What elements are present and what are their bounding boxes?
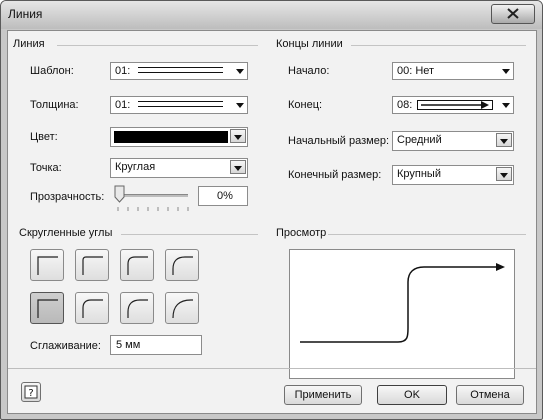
line-ends-divider — [351, 45, 526, 46]
smoothing-value: 5 мм — [116, 339, 141, 351]
rounded-corner-icon — [172, 256, 193, 275]
close-button[interactable] — [491, 4, 535, 24]
color-dropdown[interactable] — [110, 127, 248, 147]
corner-1-button[interactable] — [75, 249, 109, 281]
begin-size-dropdown[interactable]: Средний — [392, 131, 514, 151]
end-size-dropdown[interactable]: Крупный — [392, 165, 514, 185]
weight-value: 01: — [115, 99, 131, 111]
transparency-input[interactable]: 0% — [198, 186, 248, 206]
pattern-dropdown[interactable]: 01: — [110, 62, 248, 80]
rounded-corner-icon — [82, 299, 103, 318]
chevron-down-icon — [236, 69, 244, 74]
chevron-down-icon — [234, 135, 242, 140]
chevron-down-icon — [502, 69, 510, 74]
slider-ticks — [117, 207, 189, 211]
chevron-down-icon — [234, 166, 242, 171]
color-swatch — [114, 131, 228, 143]
preview-heading: Просмотр — [276, 227, 327, 239]
window-title: Линия — [8, 7, 43, 21]
transparency-slider-thumb[interactable] — [114, 185, 126, 203]
rounded-corner-icon — [172, 299, 193, 318]
rounded-corners-heading: Скругленные углы — [19, 227, 113, 239]
pattern-label: Шаблон: — [30, 65, 74, 77]
line-section-heading: Линия — [13, 38, 45, 50]
cap-value: Круглая — [115, 161, 156, 173]
title-bar: Линия — [1, 1, 542, 29]
rounded-corner-icon — [37, 256, 58, 275]
begin-size-value: Средний — [397, 134, 442, 146]
help-icon: ? — [24, 385, 38, 399]
chevron-down-icon — [236, 103, 244, 108]
preview-divider — [328, 234, 526, 235]
preview-pane — [289, 249, 515, 379]
arrow-end-icon — [421, 101, 489, 109]
corner-2-button[interactable] — [120, 249, 154, 281]
corner-0-button[interactable] — [30, 249, 64, 281]
weight-dropdown[interactable]: 01: — [110, 96, 248, 114]
weight-line-sample — [138, 101, 223, 107]
begin-label: Начало: — [288, 65, 330, 77]
end-label: Конец: — [288, 99, 323, 111]
begin-size-label: Начальный размер: — [288, 135, 390, 147]
rounded-corners-divider — [121, 234, 258, 235]
rounded-corner-icon — [37, 299, 58, 318]
end-value: 08: — [397, 99, 413, 111]
chevron-down-icon — [500, 139, 508, 144]
dialog-body: Линия Шаблон: 01: Толщина: 01: Цвет: Точ… — [7, 30, 537, 414]
begin-value: 00: Нет — [397, 65, 435, 77]
cap-label: Точка: — [30, 162, 62, 174]
transparency-slider-track[interactable] — [118, 194, 188, 197]
svg-text:?: ? — [28, 388, 33, 399]
rounded-corner-icon — [82, 256, 103, 275]
help-button[interactable]: ? — [21, 382, 41, 402]
corner-3-button[interactable] — [165, 249, 199, 281]
line-dialog-window: Линия Линия Шаблон: 01: Толщина: 01: Цве… — [0, 0, 543, 420]
apply-button[interactable]: Применить — [284, 385, 362, 405]
line-section-divider — [57, 45, 258, 46]
end-dropdown[interactable]: 08: — [392, 96, 514, 114]
chevron-down-icon — [502, 103, 510, 108]
rounded-corner-icon — [127, 299, 148, 318]
weight-label: Толщина: — [30, 99, 79, 111]
cap-dropdown[interactable]: Круглая — [110, 158, 248, 178]
pattern-value: 01: — [115, 65, 131, 77]
rounded-corner-icon — [127, 256, 148, 275]
corner-5-button[interactable] — [75, 292, 109, 324]
ok-button[interactable]: OK — [377, 385, 447, 405]
smoothing-input[interactable]: 5 мм — [110, 335, 202, 355]
begin-dropdown[interactable]: 00: Нет — [392, 62, 514, 80]
footer-divider — [8, 368, 536, 369]
preview-line — [300, 263, 505, 343]
smoothing-label: Сглаживание: — [30, 340, 101, 352]
cancel-button[interactable]: Отмена — [456, 385, 524, 405]
pattern-line-sample — [138, 67, 223, 73]
transparency-value: 0% — [217, 190, 233, 202]
corner-7-button[interactable] — [165, 292, 199, 324]
transparency-label: Прозрачность: — [30, 191, 105, 203]
end-size-label: Конечный размер: — [288, 169, 382, 181]
end-size-value: Крупный — [397, 168, 441, 180]
preview-arrowhead — [496, 263, 505, 271]
color-label: Цвет: — [30, 131, 58, 143]
corner-4-button[interactable] — [30, 292, 64, 324]
close-icon — [507, 8, 519, 19]
corner-6-button[interactable] — [120, 292, 154, 324]
chevron-down-icon — [500, 173, 508, 178]
line-ends-heading: Концы линии — [276, 38, 343, 50]
